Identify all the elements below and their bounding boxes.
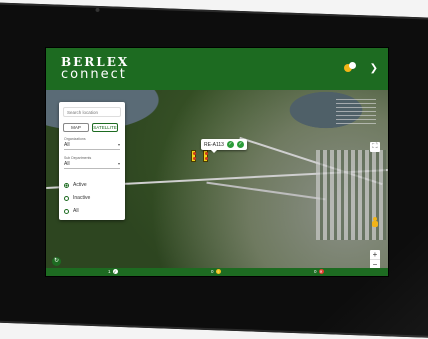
device-marker[interactable]: [203, 150, 208, 162]
check-icon: ✓: [236, 141, 244, 148]
satellite-map[interactable]: RE-A113 ✓ ✓ ⛶ + − MAP SATELLITE Organiza…: [46, 90, 388, 269]
status-radio-label: Active: [73, 182, 87, 188]
organizations-label: Organizations: [64, 137, 86, 141]
check-icon: ✓: [226, 141, 234, 148]
popup-label: RE-A113: [204, 141, 224, 148]
road: [206, 181, 326, 201]
status-radio-label: All: [73, 208, 79, 214]
camera-icon: [95, 7, 100, 13]
satellite-button[interactable]: SATELLITE: [92, 123, 118, 132]
radio-icon: [64, 208, 69, 214]
notification-icon[interactable]: [343, 62, 356, 74]
zoom-controls: + −: [370, 250, 380, 269]
status-count-label: 0: [211, 269, 214, 274]
chevron-down-icon[interactable]: ❯: [370, 63, 378, 74]
refresh-button[interactable]: ↻: [52, 257, 61, 266]
status-radio-all[interactable]: All: [64, 208, 79, 214]
header-actions: ❯: [343, 62, 378, 74]
sub-departments-select[interactable]: All ▾: [64, 161, 120, 169]
organizations-value: All: [64, 142, 70, 148]
filter-panel: MAP SATELLITE Organizations All ▾ Sub De…: [59, 102, 125, 220]
status-count-red[interactable]: 0 ✕: [314, 269, 324, 274]
map-button[interactable]: MAP: [63, 123, 89, 132]
warning-circle-icon: !: [215, 269, 221, 274]
radio-icon: [64, 182, 69, 188]
status-count-green[interactable]: 1 ✓: [108, 269, 118, 274]
status-bar: 1 ✓ 0 ! 0 ✕: [46, 268, 388, 276]
search-location-input[interactable]: [63, 107, 121, 117]
fullscreen-icon[interactable]: ⛶: [370, 142, 380, 152]
street-view-icon[interactable]: [371, 217, 379, 227]
dropdown-arrow-icon: ▾: [117, 142, 120, 147]
status-count-label: 0: [314, 269, 317, 274]
marker-popup[interactable]: RE-A113 ✓ ✓: [201, 139, 247, 153]
status-radio-label: Inactive: [73, 195, 91, 201]
zoom-in-button[interactable]: +: [370, 250, 380, 259]
app-screen: BERLEX connect ❯ RE-A113 ✓ ✓ ⛶ + − Searc…: [45, 47, 389, 277]
status-count-yellow[interactable]: 0 !: [211, 269, 221, 274]
status-radio-active[interactable]: Active: [64, 182, 87, 188]
status-radio-inactive[interactable]: Inactive: [64, 195, 90, 201]
check-circle-icon: ✓: [112, 269, 118, 274]
app-header: BERLEX connect ❯: [46, 48, 388, 90]
dropdown-arrow-icon: ▾: [117, 161, 120, 166]
device-marker[interactable]: [191, 150, 196, 162]
logo-bottom: connect: [61, 67, 127, 82]
radio-icon: [64, 195, 69, 201]
organizations-select[interactable]: All ▾: [64, 142, 120, 150]
sub-departments-label: Sub Departments: [64, 156, 92, 160]
sub-departments-value: All: [64, 161, 70, 167]
app-logo: BERLEX connect: [61, 56, 129, 82]
error-circle-icon: ✕: [318, 269, 324, 274]
status-count-label: 1: [108, 269, 111, 274]
marina-area: [336, 98, 376, 124]
map-type-toggle: MAP SATELLITE: [63, 123, 118, 132]
